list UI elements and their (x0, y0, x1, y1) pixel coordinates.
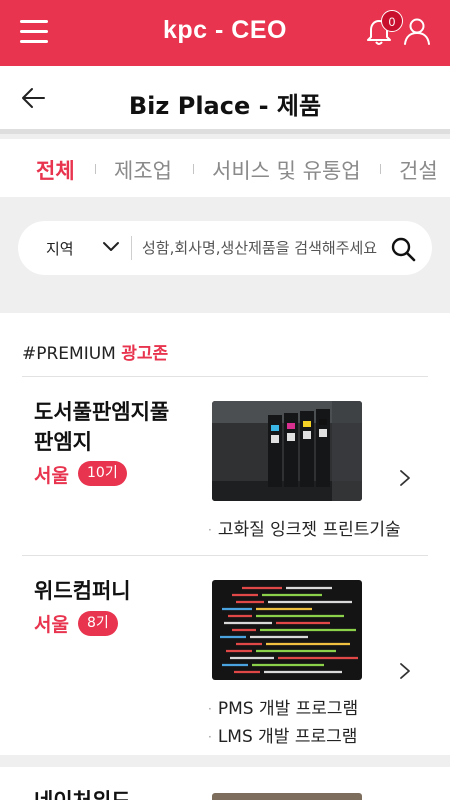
section-prefix: #PREMIUM (22, 344, 116, 364)
search-area: 지역 (0, 197, 450, 313)
company-name: 위드컴퍼니 (34, 579, 131, 603)
page-header: Biz Place - 제품 (0, 66, 450, 134)
product-description: · PMS 개발 프로그램 (208, 699, 359, 719)
region-select[interactable]: 지역 (46, 238, 74, 259)
company-location: 서울 (34, 465, 69, 487)
company-name: 도서풀판엠지풀판엠지 (34, 400, 170, 454)
company-name: 네이처위드 (34, 785, 131, 800)
app-bar: kpc - CEO 0 (0, 0, 450, 66)
product-description: · 고화질 잉크젯 프린트기술 (208, 520, 401, 540)
search-divider (131, 236, 132, 260)
chevron-right-icon[interactable] (398, 662, 412, 680)
section-heading: #PREMIUM 광고존 (22, 339, 168, 364)
search-bar: 지역 (18, 221, 432, 275)
food-photo (212, 793, 362, 800)
chevron-down-icon[interactable] (102, 241, 120, 253)
tab-manufacturing[interactable]: 제조업 (114, 155, 172, 185)
page-title: Biz Place - 제품 (128, 92, 322, 120)
notification-badge: 0 (381, 10, 403, 32)
card-gap (0, 755, 450, 767)
tab-divider (95, 164, 96, 174)
list-item[interactable]: 위드컴퍼니 서울 8기 · PMS 개발 프로그램 · LMS 개발 프로그램 (0, 556, 450, 755)
section-accent: 광고존 (121, 344, 169, 364)
product-description: · LMS 개발 프로그램 (208, 727, 358, 747)
company-list: #PREMIUM 광고존 도서풀판엠지풀판엠지 서울 10기 · 고화질 잉크젯… (0, 313, 450, 755)
search-input[interactable] (142, 234, 388, 262)
tab-divider (193, 164, 194, 174)
generation-badge: 10기 (78, 461, 127, 486)
category-tabs: 전체 제조업 서비스 및 유통업 건설 (0, 139, 450, 197)
tab-all[interactable]: 전체 (36, 155, 75, 185)
printer-ink-cartridges-photo (212, 401, 362, 501)
tab-construction[interactable]: 건설 (399, 155, 438, 185)
search-icon[interactable] (390, 236, 416, 262)
user-icon[interactable] (402, 16, 432, 46)
generation-badge: 8기 (78, 611, 118, 636)
list-item[interactable]: 네이처위드 (0, 767, 450, 800)
list-item[interactable]: 도서풀판엠지풀판엠지 서울 10기 · 고화질 잉크젯 프린트기술 (0, 377, 450, 555)
tab-service-distribution[interactable]: 서비스 및 유통업 (212, 155, 361, 185)
company-location: 서울 (34, 614, 69, 636)
tab-divider (380, 164, 381, 174)
chevron-right-icon[interactable] (398, 469, 412, 487)
code-editor-photo (212, 580, 362, 680)
